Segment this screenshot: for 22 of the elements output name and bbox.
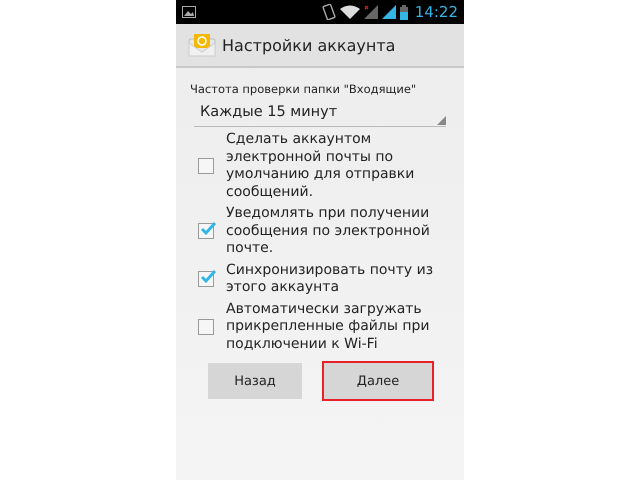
frequency-dropdown[interactable]: Каждые 15 минут xyxy=(194,104,446,127)
image-icon xyxy=(182,6,196,18)
field-label: Частота проверки папки "Входящие" xyxy=(190,82,418,96)
battery-icon xyxy=(400,4,408,20)
wifi-icon xyxy=(340,5,360,19)
signal-icon xyxy=(382,5,396,19)
option-label: Уведомлять при получении сообщения по электронной почте. xyxy=(226,205,431,258)
option-label: Сделать аккаунтом электронной почты по умолчанию для отправки сообщений. xyxy=(226,131,416,201)
dropdown-corner-icon xyxy=(437,116,446,125)
checkbox[interactable] xyxy=(198,158,214,174)
screen-rotation-icon xyxy=(322,4,336,20)
signal-icon xyxy=(364,5,378,19)
option-label: Автоматически загружать прикрепленные файлы при подключении к Wi-Fi xyxy=(226,300,430,353)
next-button[interactable]: Далее xyxy=(324,363,432,399)
option-label: Синхронизировать почту из этого аккаунта xyxy=(226,262,434,296)
clock-time: 14:22 xyxy=(414,3,458,21)
email-icon xyxy=(188,33,216,57)
checkbox[interactable] xyxy=(198,318,214,335)
checkbox[interactable] xyxy=(198,271,214,287)
screen-title: Настройки аккаунта xyxy=(222,36,396,54)
checkbox[interactable] xyxy=(198,223,214,240)
back-button[interactable]: Назад xyxy=(208,363,302,399)
